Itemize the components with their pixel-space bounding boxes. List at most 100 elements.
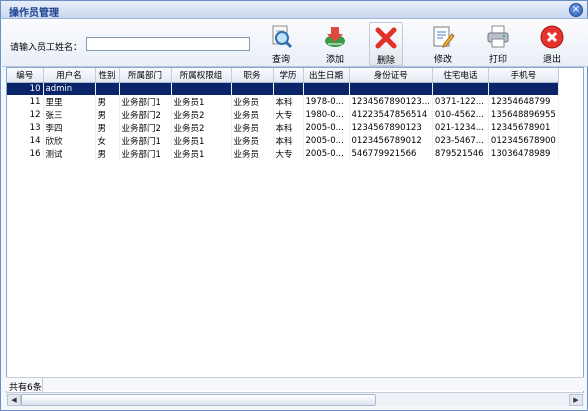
delete-x-icon [375, 27, 397, 49]
table-cell: 测试 [43, 147, 96, 160]
add-label: 添加 [325, 55, 344, 65]
table-cell: 业务员1 [171, 134, 232, 147]
table-cell: 012345678900 [488, 134, 559, 147]
delete-button[interactable]: 删除 [369, 22, 403, 66]
column-header[interactable]: 住宅电话 [432, 68, 489, 83]
table-cell: 业务员1 [171, 147, 232, 160]
table-cell: 大专 [273, 147, 304, 160]
table-cell: 业务部门2 [119, 108, 172, 121]
table-cell: 879521546 [432, 147, 489, 160]
column-header[interactable]: 所属权限组 [171, 68, 232, 83]
table-cell: 业务员 [231, 134, 274, 147]
table-cell: 13036478989 [488, 147, 559, 160]
scroll-right-icon[interactable]: ▶ [569, 394, 583, 406]
table-cell [488, 82, 559, 95]
table-cell: 男 [95, 147, 120, 160]
delete-label: 删除 [376, 56, 395, 66]
column-header[interactable]: 职务 [231, 68, 274, 83]
edit-button[interactable]: 修改 [426, 22, 460, 66]
table-header-row: 编号 用户名 性别 所属部门 所属权限组 职务 学历 出生日期 身份证号 住宅电… [7, 68, 559, 83]
table-cell: 2005-0... [303, 134, 350, 147]
table-cell: 12 [7, 108, 44, 121]
edit-document-icon [433, 26, 455, 48]
table-cell: 业务部门2 [119, 121, 172, 134]
table-cell [95, 82, 120, 95]
table-cell: 业务员 [231, 121, 274, 134]
table-row[interactable]: 16 测试男业务部门1 业务员1 业务员 大专 2005-0... 546779921566… [7, 147, 559, 160]
table-cell: 男 [95, 121, 120, 134]
exit-icon [540, 25, 564, 49]
table-cell [273, 82, 304, 95]
scrollbar-thumb[interactable] [21, 394, 376, 406]
window-title: 操作员管理 [9, 8, 59, 19]
column-header[interactable]: 编号 [7, 68, 44, 83]
table-cell: 2005-0... [303, 147, 350, 160]
table-cell: 16 [7, 147, 44, 160]
operator-table: 编号 用户名 性别 所属部门 所属权限组 职务 学历 出生日期 身份证号 住宅电… [7, 68, 559, 160]
table-cell: 业务员2 [171, 121, 232, 134]
operator-grid[interactable]: 编号 用户名 性别 所属部门 所属权限组 职务 学历 出生日期 身份证号 住宅电… [6, 67, 584, 394]
table-cell: 1980-0... [303, 108, 350, 121]
table-row[interactable]: 14 欣欣女业务部门1 业务员1 业务员 本科 2005-0... 012345678901… [7, 134, 559, 147]
add-button[interactable]: 添加 [318, 22, 352, 66]
table-cell: 1234567890123... [349, 95, 433, 108]
table-cell [349, 82, 433, 95]
table-cell: 男 [95, 108, 120, 121]
toolbar: 请输入员工姓名： 查询 添加 删除 修改 打印 退出 [2, 19, 588, 67]
table-cell: 业务员 [231, 95, 274, 108]
column-header[interactable]: 手机号 [488, 68, 559, 83]
table-cell: 里里 [43, 95, 96, 108]
column-header[interactable]: 身份证号 [349, 68, 433, 83]
column-header[interactable]: 用户名 [43, 68, 96, 83]
table-cell: 业务员2 [171, 108, 232, 121]
table-cell: 12354648799 [488, 95, 559, 108]
print-label: 打印 [488, 55, 507, 65]
table-row[interactable]: 13 李四男业务部门2 业务员2 业务员 本科 2005-0... 123456789012… [7, 121, 559, 134]
query-label: 查询 [271, 55, 290, 65]
table-cell: 11 [7, 95, 44, 108]
table-row[interactable]: 10 admin [7, 82, 559, 95]
search-input[interactable] [86, 37, 250, 51]
exit-button[interactable]: 退出 [535, 22, 569, 66]
table-cell [432, 82, 489, 95]
table-cell: 1234567890123 [349, 121, 433, 134]
print-button[interactable]: 打印 [481, 22, 515, 66]
title-bar[interactable]: 操作员管理 × [1, 1, 587, 19]
table-cell [119, 82, 172, 95]
table-cell: 业务员 [231, 108, 274, 121]
table-cell: 2005-0... [303, 121, 350, 134]
table-cell: 023-5467... [432, 134, 489, 147]
column-header[interactable]: 所属部门 [119, 68, 172, 83]
query-button[interactable]: 查询 [264, 22, 298, 66]
operator-management-window: 操作员管理 × 请输入员工姓名： 查询 添加 删除 修改 打印 退出 编号 用户… [0, 0, 588, 411]
table-cell: 本科 [273, 95, 304, 108]
table-cell: 业务员 [231, 147, 274, 160]
table-cell: 546779921566 [349, 147, 433, 160]
status-bar: 共有6条 [6, 377, 584, 393]
table-cell: 业务部门1 [119, 134, 172, 147]
table-cell: 欣欣 [43, 134, 96, 147]
table-cell: 男 [95, 95, 120, 108]
table-cell: 业务部门1 [119, 95, 172, 108]
table-cell: 1978-0... [303, 95, 350, 108]
table-cell [303, 82, 350, 95]
table-cell: 0123456789012 [349, 134, 433, 147]
column-header[interactable]: 出生日期 [303, 68, 350, 83]
column-header[interactable]: 性别 [95, 68, 120, 83]
table-cell: 张三 [43, 108, 96, 121]
table-cell: 业务员1 [171, 95, 232, 108]
table-cell: 0371-122... [432, 95, 489, 108]
table-cell: 大专 [273, 108, 304, 121]
exit-label: 退出 [542, 55, 561, 65]
table-cell: 业务部门1 [119, 147, 172, 160]
search-label: 请输入员工姓名： [10, 43, 83, 53]
horizontal-scrollbar[interactable]: ◀ ▶ [6, 392, 584, 406]
add-icon [325, 27, 345, 47]
table-row[interactable]: 11 里里男业务部门1 业务员1 业务员 本科 1978-0... 123456789012… [7, 95, 559, 108]
table-cell: 10 [7, 82, 44, 95]
table-cell: admin [43, 82, 96, 95]
scroll-left-icon[interactable]: ◀ [7, 394, 21, 406]
close-icon[interactable]: × [569, 3, 583, 17]
column-header[interactable]: 学历 [273, 68, 304, 83]
table-row[interactable]: 12 张三男业务部门2 业务员2 业务员 大专 1980-0... 412235478565… [7, 108, 559, 121]
